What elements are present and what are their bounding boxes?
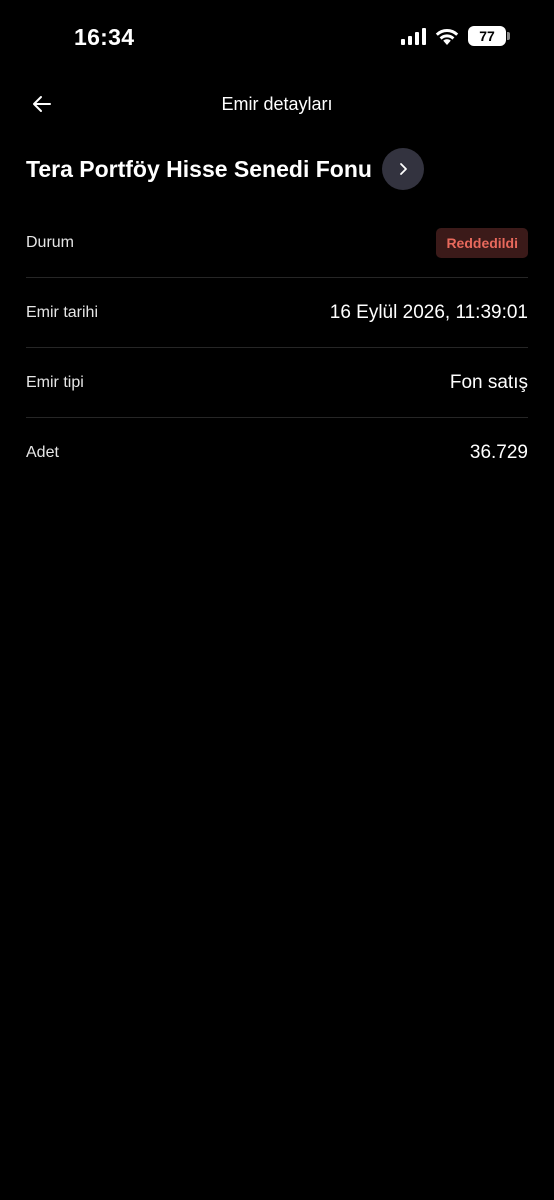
signal-icon: [401, 27, 426, 45]
detail-row-order-date: Emir tarihi 16 Eylül 2026, 11:39:01: [26, 278, 528, 348]
status-bar: 16:34 77: [0, 0, 554, 76]
detail-row-order-type: Emir tipi Fon satış: [26, 348, 528, 418]
detail-row-status: Durum Reddedildi: [26, 208, 528, 278]
detail-row-quantity: Adet 36.729: [26, 418, 528, 488]
fund-row: Tera Portföy Hisse Senedi Fonu: [26, 148, 528, 190]
status-badge: Reddedildi: [436, 227, 528, 258]
detail-value-order-date: 16 Eylül 2026, 11:39:01: [329, 301, 528, 323]
fund-detail-button[interactable]: [381, 148, 424, 190]
detail-value-order-type: Fon satış: [449, 371, 528, 393]
wifi-icon: [435, 28, 459, 45]
chevron-right-icon: [400, 163, 407, 175]
order-details-list: Durum Reddedildi Emir tarihi 16 Eylül 20…: [26, 208, 528, 488]
order-details-screen: 16:34 77 Emir detayları Tera Portföy His…: [0, 0, 554, 1200]
page-title: Emir detayları: [221, 94, 333, 114]
detail-label-quantity: Adet: [26, 444, 59, 461]
status-time: 16:34: [74, 24, 135, 50]
battery-icon: 77: [468, 26, 510, 46]
header: Emir detayları: [0, 84, 554, 124]
status-icons: 77: [401, 26, 510, 46]
detail-label-order-type: Emir tipi: [26, 373, 84, 391]
battery-level: 77: [479, 28, 495, 44]
detail-label-status: Durum: [26, 233, 75, 251]
detail-value-quantity: 36.729: [469, 442, 528, 463]
fund-title: Tera Portföy Hisse Senedi Fonu: [26, 155, 372, 182]
detail-label-order-date: Emir tarihi: [26, 303, 99, 321]
